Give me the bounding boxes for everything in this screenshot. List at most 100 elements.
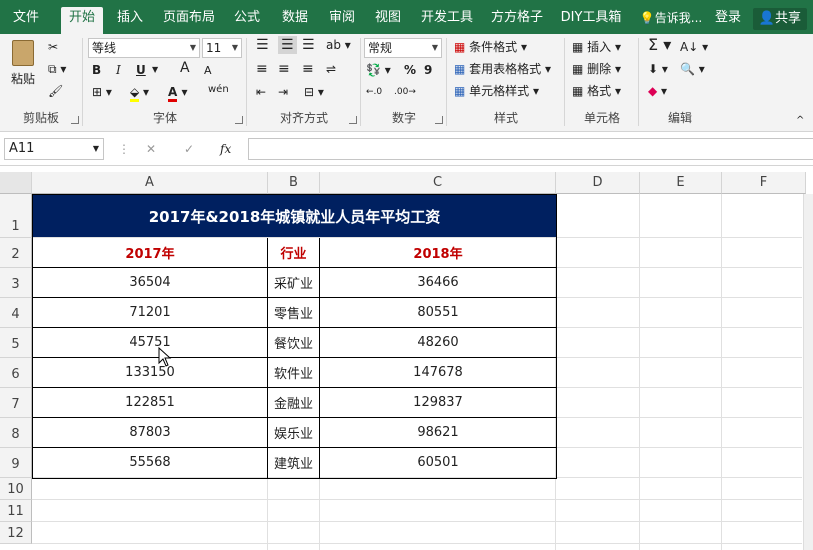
bold-button[interactable]: B: [92, 61, 101, 79]
align-top-icon[interactable]: ☰: [256, 36, 269, 54]
underline-button[interactable]: U: [136, 61, 146, 79]
format-cells-button[interactable]: ▦ 格式 ▾: [572, 82, 621, 100]
column-header-a[interactable]: A: [32, 172, 268, 194]
decrease-decimal-icon[interactable]: .00→: [394, 83, 416, 101]
tab-home[interactable]: 开始: [61, 7, 103, 34]
font-color-icon[interactable]: A ▾: [168, 83, 188, 102]
collapse-ribbon-icon[interactable]: ^: [796, 112, 804, 130]
cancel-icon[interactable]: ✕: [146, 140, 156, 158]
header-industry[interactable]: 行业: [268, 238, 319, 267]
header-2017[interactable]: 2017年: [33, 238, 267, 267]
select-all-corner[interactable]: [0, 172, 32, 194]
font-size-select[interactable]: 11 ▼: [202, 38, 242, 58]
table-cell[interactable]: 零售业: [268, 298, 319, 327]
currency-icon[interactable]: 💱 ▾: [366, 61, 391, 79]
table-cell[interactable]: 36466: [320, 268, 556, 297]
alignment-launcher-icon[interactable]: [349, 116, 357, 124]
format-as-table-button[interactable]: ▦ 套用表格格式 ▾: [454, 60, 551, 78]
tab-fangfang[interactable]: 方方格子: [486, 7, 548, 34]
table-cell[interactable]: 金融业: [268, 388, 319, 417]
tab-page-layout[interactable]: 页面布局: [158, 7, 220, 34]
insert-function-icon[interactable]: fx: [220, 140, 231, 158]
vertical-scrollbar[interactable]: [803, 194, 813, 550]
comma-button[interactable]: 9: [424, 61, 432, 79]
grow-font-button[interactable]: A: [180, 59, 190, 77]
shrink-font-button[interactable]: A: [204, 62, 212, 80]
fill-color-icon[interactable]: ⬙ ▾: [130, 83, 149, 102]
table-cell[interactable]: 133150: [33, 358, 267, 387]
align-center-icon[interactable]: ≡: [278, 60, 290, 78]
conditional-format-button[interactable]: ▦ 条件格式 ▾: [454, 38, 527, 56]
row-header[interactable]: 12: [0, 522, 32, 544]
delete-cells-button[interactable]: ▦ 删除 ▾: [572, 60, 621, 78]
share-button[interactable]: 👤共享: [752, 8, 807, 30]
table-cell[interactable]: 55568: [33, 448, 267, 477]
insert-cells-button[interactable]: ▦ 插入 ▾: [572, 38, 621, 56]
wrap-text-icon[interactable]: ⇌: [326, 60, 336, 78]
format-painter-icon[interactable]: 🖌: [48, 82, 63, 100]
clipboard-launcher-icon[interactable]: [71, 116, 79, 124]
table-cell[interactable]: 60501: [320, 448, 556, 477]
table-cell[interactable]: 48260: [320, 328, 556, 357]
orientation-icon[interactable]: ab ▾: [326, 36, 351, 54]
percent-button[interactable]: %: [404, 61, 416, 79]
row-header[interactable]: 8: [0, 418, 32, 448]
login-link[interactable]: 登录: [710, 7, 746, 34]
table-cell[interactable]: 122851: [33, 388, 267, 417]
name-box[interactable]: A11 ▼: [4, 138, 104, 160]
merge-center-icon[interactable]: ⊟ ▾: [304, 83, 324, 101]
cut-icon[interactable]: ✂: [48, 38, 58, 56]
header-2018[interactable]: 2018年: [320, 238, 556, 267]
fill-icon[interactable]: ⬇ ▾: [648, 60, 668, 78]
paste-button[interactable]: 粘贴: [8, 40, 38, 92]
tab-formulas[interactable]: 公式: [228, 7, 266, 34]
row-header[interactable]: 10: [0, 478, 32, 500]
tell-me-box[interactable]: 💡告诉我...: [636, 7, 706, 34]
cell-styles-button[interactable]: ▦ 单元格样式 ▾: [454, 82, 539, 100]
autosum-icon[interactable]: Σ ▾: [648, 36, 671, 54]
tab-view[interactable]: 视图: [368, 7, 408, 34]
table-cell[interactable]: 娱乐业: [268, 418, 319, 447]
options-icon[interactable]: ⋮: [118, 140, 130, 158]
tab-developer[interactable]: 开发工具: [416, 7, 478, 34]
row-header[interactable]: 9: [0, 448, 32, 478]
align-right-icon[interactable]: ≡: [302, 60, 314, 78]
table-cell[interactable]: 软件业: [268, 358, 319, 387]
enter-icon[interactable]: ✓: [184, 140, 194, 158]
decrease-indent-icon[interactable]: ⇤: [256, 83, 266, 101]
row-header[interactable]: 4: [0, 298, 32, 328]
row-header[interactable]: 5: [0, 328, 32, 358]
column-header-d[interactable]: D: [556, 172, 640, 194]
column-header-f[interactable]: F: [722, 172, 806, 194]
table-cell[interactable]: 餐饮业: [268, 328, 319, 357]
table-cell[interactable]: 87803: [33, 418, 267, 447]
font-name-select[interactable]: 等线 ▼: [88, 38, 200, 58]
table-cell[interactable]: 采矿业: [268, 268, 319, 297]
clear-icon[interactable]: ◆ ▾: [648, 82, 667, 100]
find-icon[interactable]: 🔍 ▾: [680, 60, 705, 78]
number-launcher-icon[interactable]: [435, 116, 443, 124]
increase-decimal-icon[interactable]: ←.0: [366, 83, 382, 101]
table-cell[interactable]: 80551: [320, 298, 556, 327]
row-header[interactable]: 2: [0, 238, 32, 268]
formula-input[interactable]: [248, 138, 813, 160]
align-bottom-icon[interactable]: ☰: [302, 36, 315, 54]
column-header-c[interactable]: C: [320, 172, 556, 194]
border-icon[interactable]: ⊞ ▾: [92, 83, 112, 101]
font-launcher-icon[interactable]: [235, 116, 243, 124]
tab-insert[interactable]: 插入: [110, 7, 150, 34]
table-cell[interactable]: 建筑业: [268, 448, 319, 477]
column-header-e[interactable]: E: [640, 172, 722, 194]
table-cell[interactable]: 36504: [33, 268, 267, 297]
table-cell[interactable]: 129837: [320, 388, 556, 417]
align-left-icon[interactable]: ≡: [256, 60, 268, 78]
tab-data[interactable]: 数据: [275, 7, 315, 34]
row-header[interactable]: 11: [0, 500, 32, 522]
number-format-select[interactable]: 常规 ▼: [364, 38, 442, 58]
table-cell[interactable]: 71201: [33, 298, 267, 327]
tab-review[interactable]: 审阅: [322, 7, 362, 34]
tab-diy-toolbox[interactable]: DIY工具箱: [556, 7, 626, 34]
italic-button[interactable]: I: [116, 61, 121, 79]
row-header[interactable]: 7: [0, 388, 32, 418]
row-header[interactable]: 3: [0, 268, 32, 298]
